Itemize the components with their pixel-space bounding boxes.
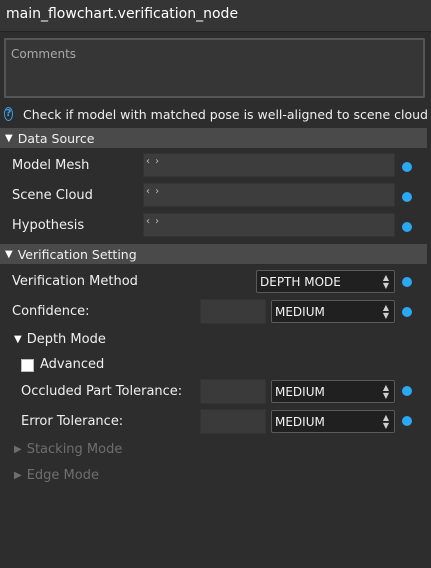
select-caret-icon: ▲ ▼ (382, 272, 389, 290)
model-mesh-input[interactable]: ‹ › (143, 153, 395, 177)
stacking-mode-toggle[interactable]: ▶ Stacking Mode (14, 442, 122, 457)
select-caret-icon: ▲ ▼ (382, 412, 389, 430)
advanced-label: Advanced (40, 357, 105, 372)
section-verification-setting[interactable]: ▼ Verification Setting (0, 244, 427, 264)
depth-mode-label: Depth Mode (26, 332, 106, 347)
confidence-indicator (200, 299, 266, 324)
triangle-down-icon: ▼ (14, 334, 22, 345)
hypothesis-input[interactable]: ‹ › (143, 213, 395, 237)
triangle-down-icon: ▼ (5, 248, 13, 260)
error-tolerance-port-icon[interactable] (402, 416, 412, 426)
section-data-source-label: Data Source (17, 130, 95, 146)
stacking-mode-label: Stacking Mode (26, 442, 123, 457)
confidence-label: Confidence: (12, 304, 90, 319)
occluded-tolerance-value: MEDIUM (275, 384, 325, 399)
occluded-tolerance-label: Occluded Part Tolerance: (21, 384, 183, 399)
occluded-tolerance-port-icon[interactable] (402, 386, 412, 396)
confidence-value: MEDIUM (275, 304, 325, 319)
select-caret-icon: ▲ ▼ (382, 382, 389, 400)
scene-cloud-label: Scene Cloud (12, 188, 93, 203)
advanced-checkbox[interactable] (21, 359, 34, 372)
help-text: Check if model with matched pose is well… (23, 106, 428, 122)
error-tolerance-select[interactable]: MEDIUM ▲ ▼ (271, 410, 395, 433)
scene-cloud-port-icon[interactable] (402, 192, 412, 202)
confidence-port-icon[interactable] (402, 307, 412, 317)
select-caret-icon: ▲ ▼ (382, 302, 389, 320)
verification-method-select[interactable]: DEPTH MODE ▲ ▼ (256, 270, 395, 293)
hypothesis-port-icon[interactable] (402, 222, 412, 232)
edge-mode-toggle[interactable]: ▶ Edge Mode (14, 468, 99, 483)
error-tolerance-value: MEDIUM (275, 414, 325, 429)
section-data-source[interactable]: ▼ Data Source (0, 128, 427, 148)
depth-mode-toggle[interactable]: ▼ Depth Mode (14, 332, 106, 347)
model-mesh-port-icon[interactable] (402, 162, 412, 172)
help-row: ? Check if model with matched pose is we… (4, 104, 428, 124)
help-icon[interactable]: ? (4, 107, 14, 121)
occluded-tolerance-indicator (200, 379, 266, 404)
model-mesh-label: Model Mesh (12, 158, 90, 173)
window-title: main_flowchart.verification_node (0, 0, 431, 32)
section-verification-setting-label: Verification Setting (17, 246, 137, 262)
triangle-right-icon: ▶ (14, 444, 22, 455)
triangle-down-icon: ▼ (5, 132, 13, 144)
scene-cloud-input[interactable]: ‹ › (143, 183, 395, 207)
verification-method-port-icon[interactable] (402, 277, 412, 287)
hypothesis-label: Hypothesis (12, 218, 85, 233)
verification-method-value: DEPTH MODE (260, 274, 341, 289)
edge-mode-label: Edge Mode (26, 468, 99, 483)
error-tolerance-indicator (200, 409, 266, 434)
occluded-tolerance-select[interactable]: MEDIUM ▲ ▼ (271, 380, 395, 403)
verification-method-label: Verification Method (12, 274, 138, 289)
comments-field[interactable]: Comments (4, 38, 425, 98)
triangle-right-icon: ▶ (14, 470, 22, 481)
error-tolerance-label: Error Tolerance: (21, 414, 124, 429)
confidence-select[interactable]: MEDIUM ▲ ▼ (271, 300, 395, 323)
